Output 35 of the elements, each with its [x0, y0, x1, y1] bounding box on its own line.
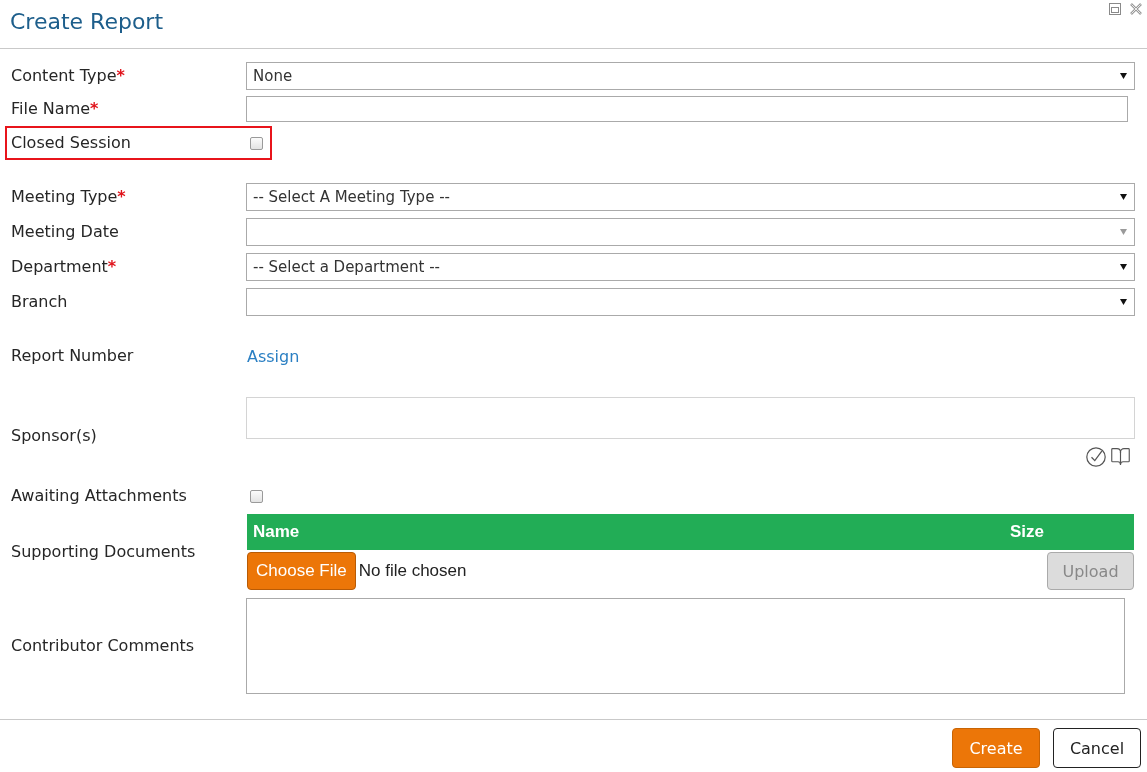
field-label: Report Number	[11, 346, 135, 366]
restore-icon[interactable]	[1109, 3, 1121, 15]
input-field[interactable]	[246, 96, 1128, 122]
file-status: No file chosen	[358, 561, 467, 581]
comments-field[interactable]	[246, 598, 1125, 694]
check-circle-icon[interactable]	[1086, 446, 1106, 467]
dropdown-field[interactable]: -- Select a Department --	[246, 253, 1135, 281]
column-header: Size	[1009, 522, 1046, 542]
window-title: Create Report	[10, 8, 164, 36]
field-label: Meeting Date	[11, 222, 120, 242]
field-label: Contributor Comments	[11, 636, 196, 656]
dropdown-field[interactable]: None	[246, 62, 1135, 90]
book-icon[interactable]	[1110, 446, 1131, 467]
field-label: Closed Session	[11, 133, 132, 153]
field-label: Branch	[11, 292, 69, 312]
checkbox[interactable]	[250, 136, 263, 150]
assign-link[interactable]: Assign	[246, 346, 300, 366]
field-label: Supporting Documents	[11, 542, 197, 562]
dropdown-field[interactable]	[246, 288, 1135, 316]
field-label: Awaiting Attachments	[11, 486, 188, 506]
field-label: Meeting Type*	[11, 187, 127, 207]
dropdown-value: None	[253, 67, 293, 85]
dropdown-field[interactable]: -- Select A Meeting Type --	[246, 183, 1135, 211]
cancel-button[interactable]: Cancel	[1053, 728, 1141, 768]
sponsor-field[interactable]	[246, 397, 1135, 439]
dropdown-field[interactable]	[246, 218, 1135, 246]
field-label: Department*	[11, 257, 118, 277]
field-label: File Name*	[11, 99, 100, 119]
dropdown-value: -- Select a Department --	[253, 258, 440, 276]
column-header: Name	[252, 522, 301, 542]
field-label: Content Type*	[11, 66, 126, 86]
checkbox[interactable]	[250, 489, 263, 503]
close-icon[interactable]	[1130, 3, 1142, 15]
dropdown-value: -- Select A Meeting Type --	[253, 188, 450, 206]
field-label: Sponsor(s)	[11, 426, 98, 446]
